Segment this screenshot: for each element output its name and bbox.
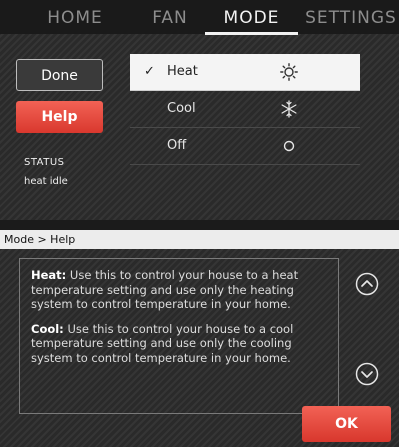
sun-icon [280, 63, 298, 81]
checkmark-icon: ✓ [144, 64, 155, 79]
help-paragraph-heat: Heat: Use this to control your house to … [31, 268, 329, 312]
active-tab-indicator [205, 32, 298, 35]
mode-option-label: Off [167, 138, 187, 153]
status-value: heat idle [24, 176, 68, 187]
help-heat-text: Use this to control your house to a heat… [31, 268, 299, 311]
scroll-up-button[interactable] [355, 272, 379, 296]
ok-button[interactable]: OK [302, 406, 391, 442]
tab-mode[interactable]: MODE [205, 4, 298, 32]
mode-option-label: Cool [167, 101, 196, 116]
mode-option-label: Heat [167, 64, 198, 79]
tab-bar: HOME FAN MODE SETTINGS [0, 0, 399, 35]
mode-option-heat[interactable]: ✓ Heat [130, 54, 360, 91]
help-heat-title: Heat: [31, 268, 67, 282]
mode-option-off[interactable]: Off [130, 128, 360, 165]
help-text-box[interactable]: Heat: Use this to control your house to … [19, 258, 339, 414]
tab-fan[interactable]: FAN [135, 4, 205, 32]
off-circle-icon [283, 140, 295, 152]
snowflake-icon [281, 100, 297, 118]
tab-settings[interactable]: SETTINGS [303, 4, 399, 32]
mode-list: ✓ Heat Cool Off [130, 54, 360, 165]
status-label: STATUS [24, 157, 65, 168]
scroll-down-button[interactable] [355, 362, 379, 386]
mode-panel: HOME FAN MODE SETTINGS Done Help STATUS … [0, 0, 399, 220]
mode-option-cool[interactable]: Cool [130, 91, 360, 128]
tab-home[interactable]: HOME [30, 4, 120, 32]
help-cool-title: Cool: [31, 321, 64, 336]
help-button[interactable]: Help [16, 101, 103, 133]
breadcrumb: Mode > Help [0, 230, 399, 249]
help-panel: Mode > Help Heat: Use this to control yo… [0, 230, 399, 447]
help-paragraph-cool: Cool: Use this to control your house to … [31, 322, 329, 366]
help-cool-text: Use this to control your house to a cool… [31, 321, 294, 365]
done-button[interactable]: Done [16, 59, 103, 91]
